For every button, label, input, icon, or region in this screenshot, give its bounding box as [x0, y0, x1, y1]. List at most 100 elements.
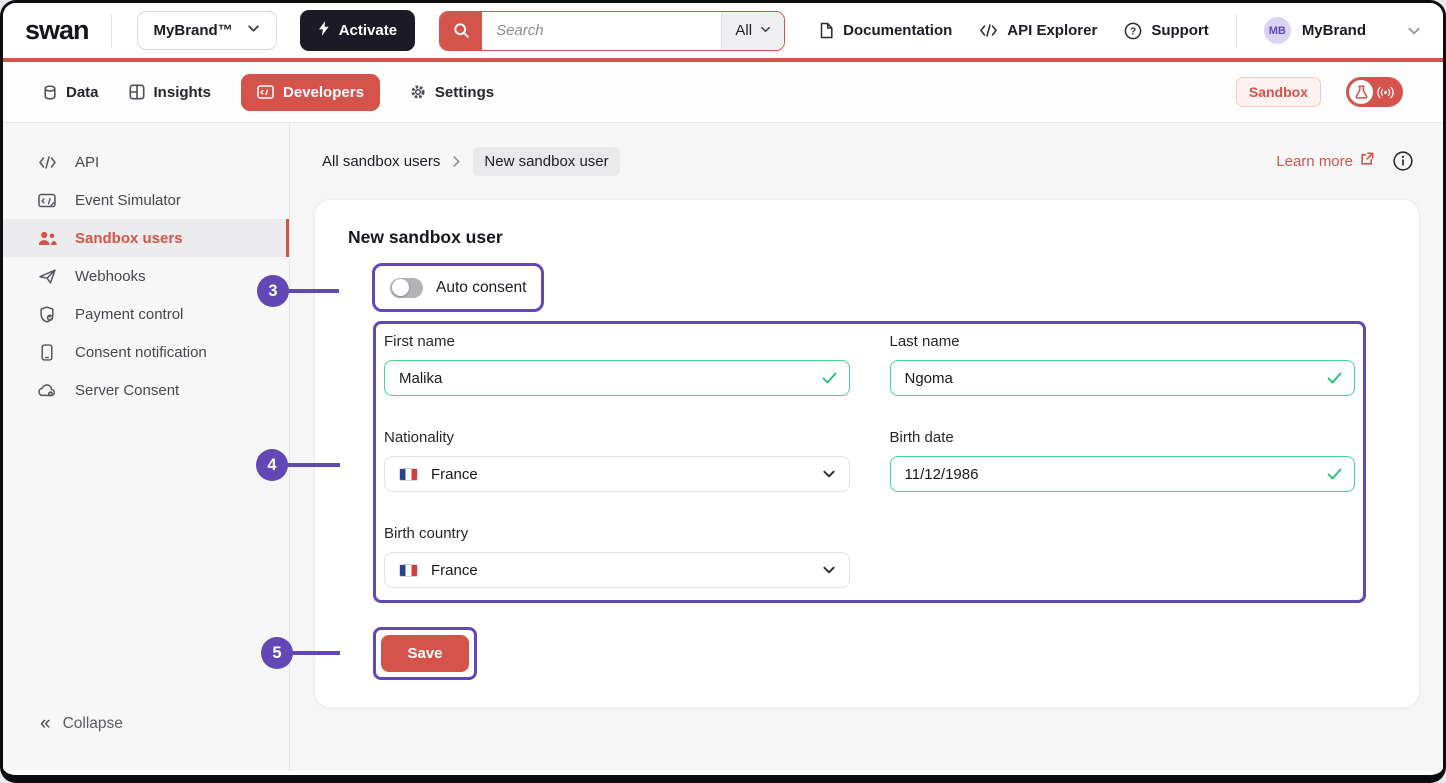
avatar: MB — [1264, 17, 1291, 44]
sidebar-item-label: Event Simulator — [75, 192, 181, 209]
last-name-input-wrap — [890, 360, 1356, 396]
body: API Event Simulator Sandbox users Webh — [3, 123, 1443, 771]
question-icon: ? — [1124, 22, 1142, 40]
breadcrumb-root[interactable]: All sandbox users — [322, 153, 440, 170]
tab-settings[interactable]: Settings — [410, 84, 494, 101]
nationality-select[interactable]: France — [384, 456, 850, 492]
activate-label: Activate — [339, 22, 397, 39]
flask-icon — [1349, 80, 1373, 104]
first-name-field-group: First name — [384, 333, 850, 396]
sidebar-item-payment-control[interactable]: Payment control — [3, 295, 289, 333]
annotation-box-auto-consent: Auto consent — [372, 263, 544, 312]
first-name-input[interactable] — [384, 360, 850, 396]
code-icon — [37, 156, 57, 169]
project-selector[interactable]: MyBrand™ — [137, 11, 277, 50]
tab-developers[interactable]: Developers — [241, 74, 380, 111]
environment-badge: Sandbox — [1236, 77, 1321, 107]
breadcrumb: All sandbox users New sandbox user — [322, 147, 620, 176]
sidebar-item-sandbox-users[interactable]: Sandbox users — [3, 219, 289, 257]
sidebar: API Event Simulator Sandbox users Webh — [3, 123, 290, 771]
main-content: All sandbox users New sandbox user Learn… — [290, 123, 1443, 771]
annotation-badge-5: 5 — [261, 637, 293, 669]
info-icon[interactable] — [1393, 151, 1413, 171]
app-window: swan MyBrand™ Activate All — [0, 0, 1446, 783]
documentation-label: Documentation — [843, 22, 952, 39]
save-button[interactable]: Save — [381, 635, 469, 672]
documentation-link[interactable]: Documentation — [819, 22, 952, 39]
phone-icon — [37, 344, 57, 361]
sidebar-item-label: Sandbox users — [75, 230, 183, 247]
last-name-input[interactable] — [890, 360, 1356, 396]
sidebar-item-api[interactable]: API — [3, 143, 289, 181]
shield-check-icon — [37, 306, 57, 323]
annotation-box-form: First name Last name — [373, 321, 1366, 603]
dev-console-icon — [257, 85, 274, 99]
chevron-right-icon — [451, 156, 462, 167]
account-menu[interactable]: MB MyBrand — [1264, 17, 1421, 44]
tab-data-label: Data — [66, 84, 99, 101]
document-icon — [819, 22, 834, 39]
valid-check-icon — [822, 372, 837, 384]
toggle-knob — [392, 279, 409, 296]
search-scope-dropdown[interactable]: All — [721, 12, 784, 50]
annotation-connector-5 — [291, 651, 340, 655]
auto-consent-label: Auto consent — [436, 279, 526, 297]
sidebar-item-label: Server Consent — [75, 382, 179, 399]
chevron-down-icon — [760, 22, 771, 39]
live-signal-icon — [1377, 86, 1394, 99]
divider — [1236, 14, 1237, 48]
search-icon[interactable] — [440, 12, 482, 50]
new-sandbox-user-card: New sandbox user Auto consent First name — [314, 199, 1420, 708]
tab-insights[interactable]: Insights — [129, 84, 212, 101]
valid-check-icon — [1327, 372, 1342, 384]
sidebar-item-webhooks[interactable]: Webhooks — [3, 257, 289, 295]
nationality-field-group: Nationality France — [384, 429, 850, 492]
sidebar-item-label: Payment control — [75, 306, 183, 323]
database-icon — [43, 84, 57, 101]
first-name-label: First name — [384, 333, 850, 350]
api-explorer-link[interactable]: API Explorer — [979, 22, 1097, 39]
valid-check-icon — [1327, 468, 1342, 480]
collapse-label: Collapse — [63, 715, 123, 733]
active-indicator — [286, 219, 289, 257]
collapse-sidebar-button[interactable]: « Collapse — [40, 713, 123, 735]
project-navbar: Data Insights Developers Settings — [3, 62, 1443, 123]
chevron-down-icon — [822, 563, 836, 577]
support-link[interactable]: ? Support — [1124, 22, 1209, 40]
header-actions: Learn more — [1276, 151, 1413, 171]
divider — [111, 14, 112, 48]
activate-button[interactable]: Activate — [300, 10, 415, 51]
sidebar-item-consent-notification[interactable]: Consent notification — [3, 333, 289, 371]
swan-logo: swan — [25, 15, 89, 46]
sidebar-item-server-consent[interactable]: Server Consent — [3, 371, 289, 409]
first-name-input-wrap — [384, 360, 850, 396]
code-icon — [979, 24, 998, 37]
environment-toggle[interactable] — [1346, 77, 1403, 107]
birth-country-label: Birth country — [384, 525, 850, 542]
annotation-connector-4 — [286, 463, 340, 467]
auto-consent-toggle[interactable] — [390, 278, 423, 298]
external-link-icon — [1360, 152, 1374, 170]
sidebar-item-label: Consent notification — [75, 344, 207, 361]
birth-country-field-group: Birth country France — [384, 525, 850, 588]
birth-country-select[interactable]: France — [384, 552, 850, 588]
sidebar-item-label: Webhooks — [75, 268, 146, 285]
search-input[interactable] — [482, 12, 721, 50]
gear-icon — [410, 84, 426, 100]
nav-tabs: Data Insights Developers Settings — [43, 74, 494, 111]
learn-more-label: Learn more — [1276, 153, 1353, 170]
search-bar: All — [439, 11, 785, 51]
last-name-label: Last name — [890, 333, 1356, 350]
account-name: MyBrand — [1302, 22, 1366, 39]
chevron-down-icon — [247, 22, 260, 39]
learn-more-link[interactable]: Learn more — [1276, 152, 1374, 170]
tab-insights-label: Insights — [154, 84, 212, 101]
birth-date-input[interactable] — [890, 456, 1356, 492]
chevron-down-icon — [822, 467, 836, 481]
breadcrumb-current: New sandbox user — [473, 147, 619, 176]
tab-settings-label: Settings — [435, 84, 494, 101]
sidebar-item-event-simulator[interactable]: Event Simulator — [3, 181, 289, 219]
search-scope-label: All — [735, 22, 752, 39]
tab-data[interactable]: Data — [43, 84, 99, 101]
topbar-links: Documentation API Explorer ? Support MB … — [819, 14, 1421, 48]
